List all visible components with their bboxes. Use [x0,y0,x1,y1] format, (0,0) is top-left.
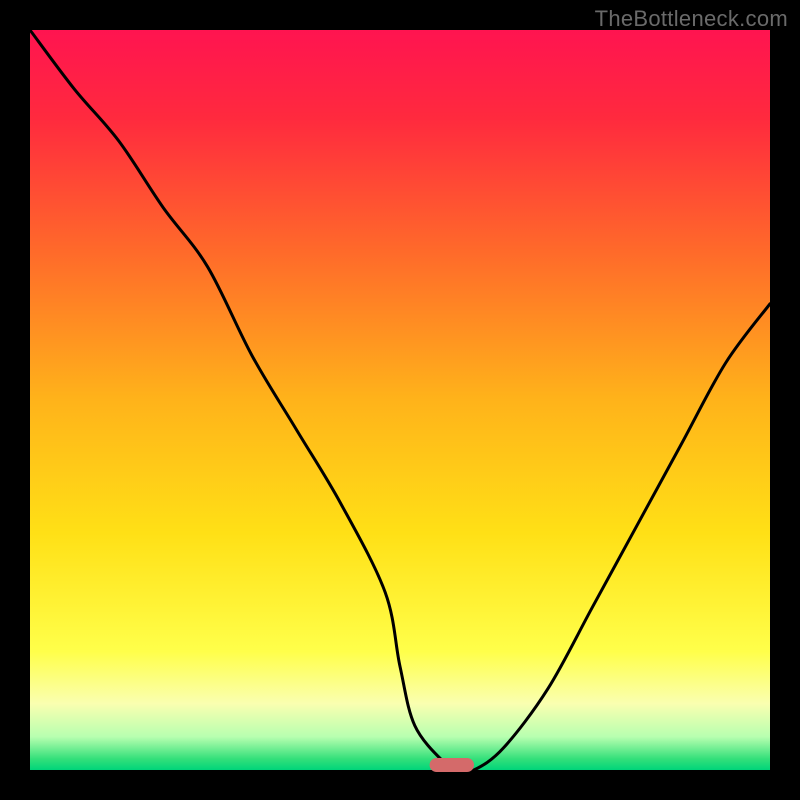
optimum-marker [430,758,474,772]
watermark-text: TheBottleneck.com [595,6,788,32]
bottleneck-chart [0,0,800,800]
chart-frame: TheBottleneck.com [0,0,800,800]
